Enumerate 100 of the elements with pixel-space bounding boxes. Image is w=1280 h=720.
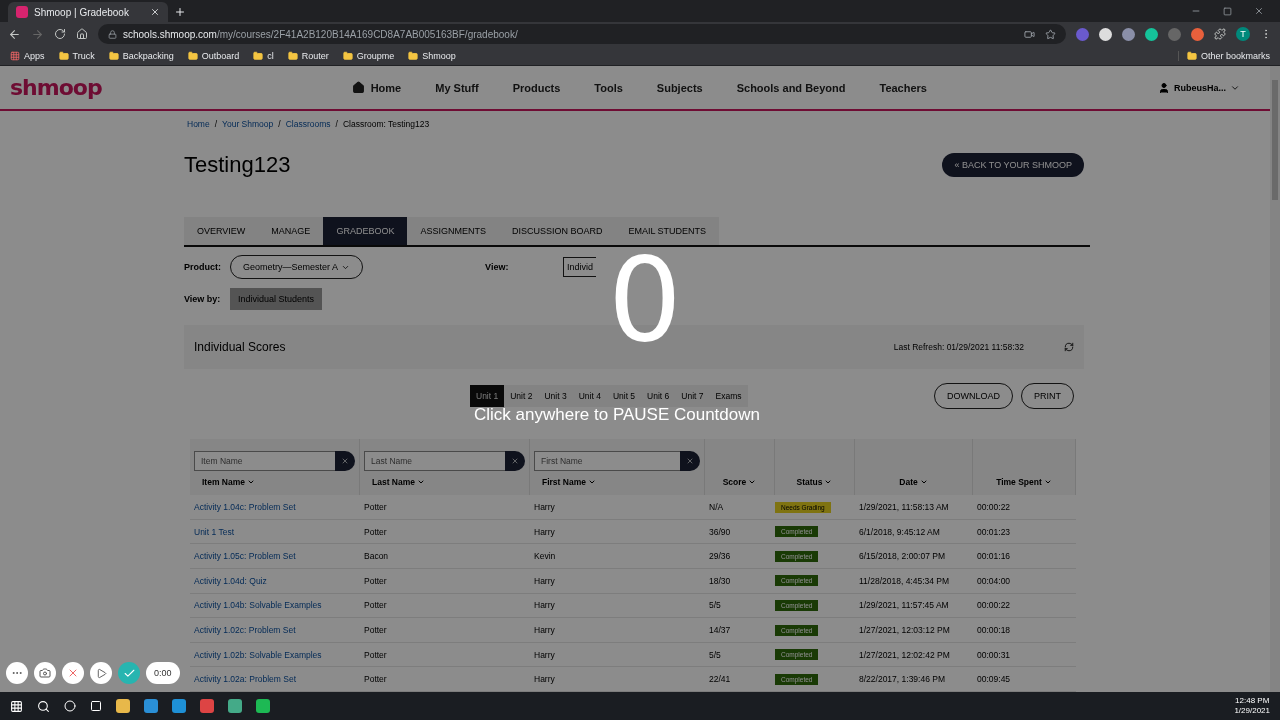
camera-icon[interactable] — [1024, 28, 1035, 40]
page-tab[interactable]: DISCUSSION BOARD — [498, 217, 616, 246]
site-logo[interactable]: shmoop — [10, 75, 102, 101]
action-button[interactable]: PRINT — [1021, 383, 1074, 410]
item-link[interactable]: Activity 1.02a: Problem Set — [190, 674, 297, 685]
filter-field[interactable]: Last Name — [364, 451, 505, 472]
nav-link[interactable]: Subjects — [656, 81, 703, 94]
close-button[interactable] — [62, 662, 84, 684]
table-cell-text: 00:00:31 — [976, 649, 1011, 660]
breadcrumb[interactable]: Your Shmoop — [222, 119, 274, 130]
item-link[interactable]: Activity 1.04b: Solvable Examples — [190, 600, 322, 611]
table-cell-text: Potter — [363, 502, 387, 513]
page-tab[interactable]: ASSIGNMENTS — [407, 217, 499, 246]
page-tab[interactable]: OVERVIEW — [184, 217, 259, 246]
countdown-message: Click anywhere to PAUSE Countdown — [474, 406, 760, 423]
filter-field[interactable]: Item Name — [194, 451, 335, 472]
unit-tab[interactable]: Exams — [709, 385, 748, 408]
item-link[interactable]: Unit 1 Test — [190, 526, 234, 537]
unit-tab[interactable]: Unit 7 — [675, 385, 710, 408]
new-tab-icon[interactable] — [174, 6, 186, 18]
bookmark[interactable]: Truck — [58, 50, 95, 61]
camera-button[interactable] — [34, 662, 56, 684]
search-icon[interactable] — [37, 699, 50, 713]
close-icon[interactable] — [1254, 6, 1264, 16]
table-cell-text: 36/90 — [708, 526, 731, 537]
close-icon[interactable] — [150, 7, 160, 17]
breadcrumb[interactable]: Classroom: Testing123 — [342, 119, 430, 130]
panel-title: Individual Scores — [194, 340, 287, 355]
page-tab[interactable]: MANAGE — [258, 217, 324, 246]
column-header[interactable]: First Name — [534, 477, 700, 488]
table-cell-text: 00:01:23 — [976, 526, 1011, 537]
other-bookmarks[interactable]: Other bookmarks — [1177, 50, 1270, 61]
action-button[interactable]: DOWNLOAD — [934, 383, 1013, 410]
item-link[interactable]: Activity 1.05c: Problem Set — [190, 551, 296, 562]
product-dropdown[interactable]: Geometry—Semester A — [230, 255, 364, 280]
puzzle-icon[interactable] — [1214, 28, 1226, 40]
start-icon[interactable] — [10, 699, 23, 713]
item-link[interactable]: Activity 1.02c: Problem Set — [190, 625, 296, 635]
nav-link[interactable]: Schools and Beyond — [736, 81, 846, 94]
bookmark[interactable]: cl — [253, 50, 274, 61]
clear-icon — [686, 457, 694, 466]
item-link[interactable]: Activity 1.04d: Quiz — [190, 575, 267, 586]
extension-icon[interactable] — [1122, 27, 1135, 41]
column-header[interactable]: Status — [779, 477, 850, 488]
view-select[interactable]: Individ — [563, 257, 597, 278]
unit-tab[interactable]: Unit 6 — [641, 385, 676, 408]
back-button[interactable]: « BACK TO YOUR SHMOOP — [942, 153, 1084, 178]
page-tab[interactable]: GRADEBOOK — [323, 217, 408, 246]
unit-tab[interactable]: Unit 3 — [538, 385, 573, 408]
play-button[interactable] — [90, 662, 112, 684]
unit-tab[interactable]: Unit 2 — [504, 385, 539, 408]
refresh-icon[interactable] — [1064, 342, 1074, 353]
unit-tab[interactable]: Unit 4 — [572, 385, 607, 408]
scrollbar-thumb[interactable] — [1272, 80, 1278, 200]
taskbar-app-icon[interactable] — [116, 699, 130, 713]
nav-link[interactable]: My Stuff — [435, 81, 479, 94]
home-icon[interactable] — [76, 28, 88, 40]
column-header[interactable]: Date — [859, 477, 968, 488]
clear-button[interactable] — [505, 451, 525, 472]
extension-icon[interactable] — [1099, 27, 1112, 41]
recording-timer: 0:00 — [146, 662, 180, 684]
nav-link[interactable]: Products — [512, 81, 561, 94]
extension-icon[interactable] — [1145, 27, 1158, 41]
bookmark[interactable]: Outboard — [187, 50, 240, 61]
bookmark[interactable]: Backpacking — [108, 50, 174, 61]
bookmark[interactable]: Router — [287, 50, 329, 61]
nav-link[interactable]: Tools — [594, 81, 623, 94]
bookmark[interactable]: Apps — [10, 50, 45, 61]
table-cell-text: Kevin — [533, 551, 556, 562]
item-link[interactable]: Activity 1.04c: Problem Set — [190, 502, 296, 513]
taskbar-clock[interactable]: 12:48 PM 1/29/2021 — [1234, 695, 1270, 717]
bookmark[interactable]: Shmoop — [408, 50, 456, 61]
nav-link[interactable]: Teachers — [879, 81, 927, 94]
forward-icon[interactable] — [31, 27, 44, 41]
bookmark[interactable]: Groupme — [342, 50, 395, 61]
user-menu[interactable]: RubeusHa... — [1158, 81, 1240, 94]
unit-tab[interactable]: Unit 1 — [470, 385, 505, 408]
unit-tab[interactable]: Unit 5 — [606, 385, 642, 408]
clear-button[interactable] — [335, 451, 355, 472]
page-tab[interactable]: EMAIL STUDENTS — [615, 217, 720, 246]
column-header[interactable]: Item Name — [194, 477, 355, 488]
browser-tab[interactable]: Shmoop | Gradebook — [8, 2, 168, 22]
maximize-icon[interactable] — [1223, 6, 1232, 16]
reload-icon[interactable] — [54, 28, 66, 40]
item-link[interactable]: Activity 1.02b: Solvable Examples — [190, 649, 322, 660]
nav-link[interactable]: Home — [351, 81, 402, 95]
done-button[interactable] — [118, 662, 140, 684]
breadcrumb[interactable]: Home — [187, 119, 210, 130]
star-icon[interactable] — [1045, 28, 1056, 40]
filter-field[interactable]: First Name — [534, 451, 680, 472]
breadcrumb[interactable]: Classrooms — [285, 119, 331, 130]
table-cell-text: 6/15/2018, 2:00:07 PM — [858, 551, 945, 562]
clear-button[interactable] — [680, 451, 700, 472]
back-icon[interactable] — [8, 27, 21, 41]
column-header[interactable]: Score — [709, 477, 770, 488]
column-header[interactable]: Time Spent — [977, 477, 1071, 488]
address-bar[interactable]: schools.shmoop.com/my/courses/2F41A2B120B14A169CD8A7AB005163BF/gradebook/ — [98, 24, 1066, 44]
more-button[interactable] — [6, 662, 28, 684]
profile-avatar[interactable]: T — [1236, 27, 1250, 41]
column-header[interactable]: Last Name — [364, 477, 525, 488]
